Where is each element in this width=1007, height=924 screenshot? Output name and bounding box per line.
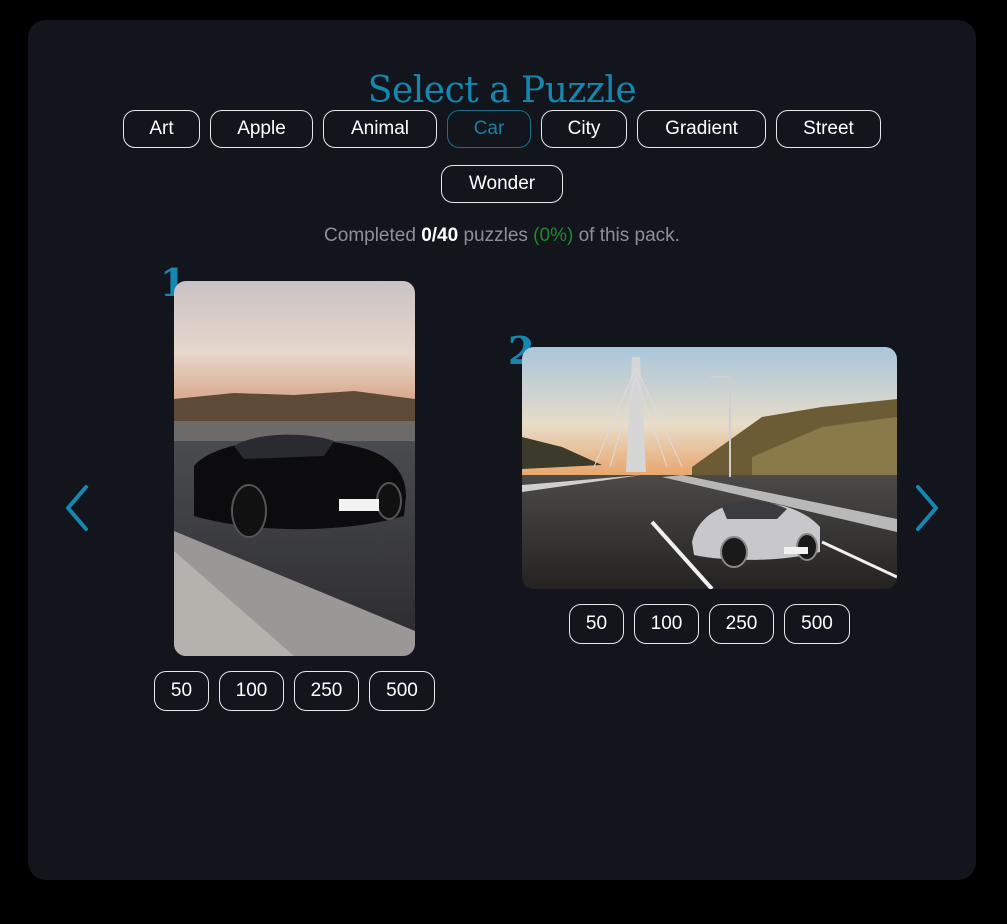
prev-button[interactable] — [60, 483, 94, 533]
status-middle: puzzles — [458, 225, 534, 246]
puzzle-thumbnail-1[interactable] — [174, 281, 415, 656]
category-animal[interactable]: Animal — [323, 110, 437, 148]
puzzle-1-size-500[interactable]: 500 — [369, 671, 435, 711]
category-wonder[interactable]: Wonder — [441, 165, 563, 203]
puzzle-1-size-100[interactable]: 100 — [219, 671, 284, 711]
puzzle-2-size-250[interactable]: 250 — [709, 604, 774, 644]
chevron-left-icon — [66, 485, 88, 531]
puzzle-2-size-100[interactable]: 100 — [634, 604, 699, 644]
completion-status: Completed 0/40 puzzles (0%) of this pack… — [28, 225, 976, 247]
car-photo-2 — [522, 347, 897, 589]
category-art[interactable]: Art — [123, 110, 200, 148]
completed-percent: (0%) — [533, 225, 574, 246]
puzzle-panel: Select a Puzzle Art Apple Animal Car Cit… — [28, 20, 976, 880]
completed-count: 0/40 — [421, 225, 459, 246]
chevron-right-icon — [916, 485, 938, 531]
status-prefix: Completed — [324, 225, 422, 246]
category-apple[interactable]: Apple — [210, 110, 313, 148]
puzzle-2-size-500[interactable]: 500 — [784, 604, 850, 644]
next-button[interactable] — [910, 483, 944, 533]
category-car[interactable]: Car — [447, 110, 531, 148]
puzzle-1-size-50[interactable]: 50 — [154, 671, 209, 711]
category-street[interactable]: Street — [776, 110, 881, 148]
puzzle-thumbnail-2[interactable] — [522, 347, 897, 589]
puzzle-1-size-250[interactable]: 250 — [294, 671, 359, 711]
puzzle-2-size-50[interactable]: 50 — [569, 604, 624, 644]
page-title: Select a Puzzle — [367, 70, 637, 111]
category-gradient[interactable]: Gradient — [637, 110, 766, 148]
car-photo-1 — [174, 281, 415, 656]
category-city[interactable]: City — [541, 110, 627, 148]
status-suffix: of this pack. — [573, 225, 680, 246]
